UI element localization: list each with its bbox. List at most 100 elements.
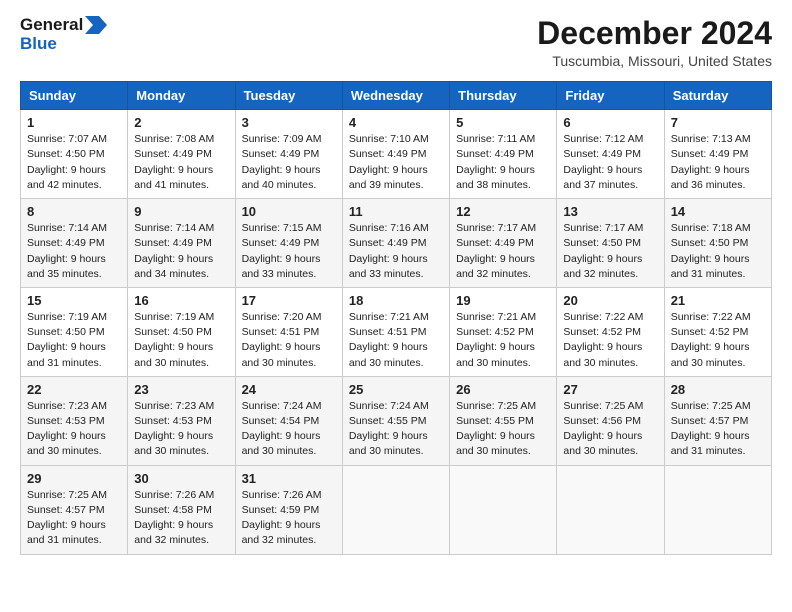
calendar-cell: 3 Sunrise: 7:09 AMSunset: 4:49 PMDaylight… — [235, 110, 342, 199]
calendar-cell: 29 Sunrise: 7:25 AMSunset: 4:57 PMDayligh… — [21, 465, 128, 554]
calendar-week-row: 8 Sunrise: 7:14 AMSunset: 4:49 PMDaylight… — [21, 199, 772, 288]
day-number: 13 — [563, 204, 657, 219]
day-info: Sunrise: 7:20 AMSunset: 4:51 PMDaylight:… — [242, 310, 336, 371]
day-number: 1 — [27, 115, 121, 130]
calendar-cell: 26 Sunrise: 7:25 AMSunset: 4:55 PMDayligh… — [450, 376, 557, 465]
day-number: 16 — [134, 293, 228, 308]
calendar-cell — [450, 465, 557, 554]
calendar-header-row: SundayMondayTuesdayWednesdayThursdayFrid… — [21, 82, 772, 110]
day-info: Sunrise: 7:26 AMSunset: 4:58 PMDaylight:… — [134, 488, 228, 549]
col-header-tuesday: Tuesday — [235, 82, 342, 110]
logo-blue: Blue — [20, 35, 107, 54]
day-number: 25 — [349, 382, 443, 397]
day-info: Sunrise: 7:15 AMSunset: 4:49 PMDaylight:… — [242, 221, 336, 282]
day-number: 29 — [27, 471, 121, 486]
calendar-cell: 28Sunrise: 7:25 AMSunset: 4:57 PMDayligh… — [664, 376, 771, 465]
day-info: Sunrise: 7:21 AMSunset: 4:52 PMDaylight:… — [456, 310, 550, 371]
col-header-wednesday: Wednesday — [342, 82, 449, 110]
location: Tuscumbia, Missouri, United States — [537, 53, 772, 69]
day-info: Sunrise: 7:22 AMSunset: 4:52 PMDaylight:… — [563, 310, 657, 371]
day-number: 17 — [242, 293, 336, 308]
logo-general: General — [20, 16, 83, 35]
day-number: 10 — [242, 204, 336, 219]
calendar-cell: 19 Sunrise: 7:21 AMSunset: 4:52 PMDayligh… — [450, 287, 557, 376]
calendar-cell: 10 Sunrise: 7:15 AMSunset: 4:49 PMDayligh… — [235, 199, 342, 288]
day-number: 12 — [456, 204, 550, 219]
day-info: Sunrise: 7:24 AMSunset: 4:54 PMDaylight:… — [242, 399, 336, 460]
calendar-cell: 1 Sunrise: 7:07 AMSunset: 4:50 PMDaylight… — [21, 110, 128, 199]
day-info: Sunrise: 7:12 AMSunset: 4:49 PMDaylight:… — [563, 132, 657, 193]
calendar-cell: 24 Sunrise: 7:24 AMSunset: 4:54 PMDayligh… — [235, 376, 342, 465]
calendar-cell: 30 Sunrise: 7:26 AMSunset: 4:58 PMDayligh… — [128, 465, 235, 554]
calendar-cell: 31Sunrise: 7:26 AMSunset: 4:59 PMDayligh… — [235, 465, 342, 554]
logo: General Blue — [20, 16, 107, 53]
calendar-cell: 7Sunrise: 7:13 AMSunset: 4:49 PMDaylight… — [664, 110, 771, 199]
day-number: 6 — [563, 115, 657, 130]
day-number: 19 — [456, 293, 550, 308]
day-info: Sunrise: 7:25 AMSunset: 4:57 PMDaylight:… — [27, 488, 121, 549]
calendar-cell: 27 Sunrise: 7:25 AMSunset: 4:56 PMDayligh… — [557, 376, 664, 465]
logo-text: General Blue — [20, 16, 107, 53]
col-header-thursday: Thursday — [450, 82, 557, 110]
col-header-saturday: Saturday — [664, 82, 771, 110]
calendar-cell: 5Sunrise: 7:11 AMSunset: 4:49 PMDaylight… — [450, 110, 557, 199]
col-header-friday: Friday — [557, 82, 664, 110]
calendar-cell — [557, 465, 664, 554]
calendar-cell: 6 Sunrise: 7:12 AMSunset: 4:49 PMDaylight… — [557, 110, 664, 199]
calendar-cell: 9 Sunrise: 7:14 AMSunset: 4:49 PMDaylight… — [128, 199, 235, 288]
calendar-cell: 4 Sunrise: 7:10 AMSunset: 4:49 PMDaylight… — [342, 110, 449, 199]
day-number: 27 — [563, 382, 657, 397]
day-info: Sunrise: 7:25 AMSunset: 4:56 PMDaylight:… — [563, 399, 657, 460]
day-number: 8 — [27, 204, 121, 219]
day-number: 22 — [27, 382, 121, 397]
calendar-cell: 17 Sunrise: 7:20 AMSunset: 4:51 PMDayligh… — [235, 287, 342, 376]
day-info: Sunrise: 7:07 AMSunset: 4:50 PMDaylight:… — [27, 132, 121, 193]
calendar-week-row: 22 Sunrise: 7:23 AMSunset: 4:53 PMDayligh… — [21, 376, 772, 465]
day-number: 9 — [134, 204, 228, 219]
day-info: Sunrise: 7:13 AMSunset: 4:49 PMDaylight:… — [671, 132, 765, 193]
calendar-cell: 22 Sunrise: 7:23 AMSunset: 4:53 PMDayligh… — [21, 376, 128, 465]
page-header: General Blue December 2024 Tuscumbia, Mi… — [20, 16, 772, 69]
calendar-cell: 14Sunrise: 7:18 AMSunset: 4:50 PMDayligh… — [664, 199, 771, 288]
day-info: Sunrise: 7:19 AMSunset: 4:50 PMDaylight:… — [27, 310, 121, 371]
day-info: Sunrise: 7:23 AMSunset: 4:53 PMDaylight:… — [27, 399, 121, 460]
col-header-sunday: Sunday — [21, 82, 128, 110]
calendar-cell: 21 Sunrise: 7:22 AMSunset: 4:52 PMDayligh… — [664, 287, 771, 376]
day-number: 30 — [134, 471, 228, 486]
calendar-cell: 23Sunrise: 7:23 AMSunset: 4:53 PMDayligh… — [128, 376, 235, 465]
day-info: Sunrise: 7:25 AMSunset: 4:55 PMDaylight:… — [456, 399, 550, 460]
calendar-week-row: 29 Sunrise: 7:25 AMSunset: 4:57 PMDayligh… — [21, 465, 772, 554]
calendar-week-row: 15 Sunrise: 7:19 AMSunset: 4:50 PMDayligh… — [21, 287, 772, 376]
day-info: Sunrise: 7:21 AMSunset: 4:51 PMDaylight:… — [349, 310, 443, 371]
day-number: 3 — [242, 115, 336, 130]
day-info: Sunrise: 7:22 AMSunset: 4:52 PMDaylight:… — [671, 310, 765, 371]
day-info: Sunrise: 7:10 AMSunset: 4:49 PMDaylight:… — [349, 132, 443, 193]
day-info: Sunrise: 7:14 AMSunset: 4:49 PMDaylight:… — [27, 221, 121, 282]
day-number: 21 — [671, 293, 765, 308]
title-area: December 2024 Tuscumbia, Missouri, Unite… — [537, 16, 772, 69]
col-header-monday: Monday — [128, 82, 235, 110]
calendar-cell: 18 Sunrise: 7:21 AMSunset: 4:51 PMDayligh… — [342, 287, 449, 376]
day-number: 15 — [27, 293, 121, 308]
calendar-table: SundayMondayTuesdayWednesdayThursdayFrid… — [20, 81, 772, 554]
day-info: Sunrise: 7:17 AMSunset: 4:49 PMDaylight:… — [456, 221, 550, 282]
calendar-cell — [664, 465, 771, 554]
calendar-cell: 12 Sunrise: 7:17 AMSunset: 4:49 PMDayligh… — [450, 199, 557, 288]
day-number: 28 — [671, 382, 765, 397]
day-info: Sunrise: 7:09 AMSunset: 4:49 PMDaylight:… — [242, 132, 336, 193]
logo-arrow-icon — [85, 16, 107, 34]
day-info: Sunrise: 7:14 AMSunset: 4:49 PMDaylight:… — [134, 221, 228, 282]
day-info: Sunrise: 7:23 AMSunset: 4:53 PMDaylight:… — [134, 399, 228, 460]
day-number: 4 — [349, 115, 443, 130]
day-number: 18 — [349, 293, 443, 308]
day-info: Sunrise: 7:18 AMSunset: 4:50 PMDaylight:… — [671, 221, 765, 282]
calendar-cell: 8 Sunrise: 7:14 AMSunset: 4:49 PMDaylight… — [21, 199, 128, 288]
day-info: Sunrise: 7:26 AMSunset: 4:59 PMDaylight:… — [242, 488, 336, 549]
day-info: Sunrise: 7:24 AMSunset: 4:55 PMDaylight:… — [349, 399, 443, 460]
day-number: 26 — [456, 382, 550, 397]
day-number: 24 — [242, 382, 336, 397]
day-info: Sunrise: 7:17 AMSunset: 4:50 PMDaylight:… — [563, 221, 657, 282]
day-info: Sunrise: 7:16 AMSunset: 4:49 PMDaylight:… — [349, 221, 443, 282]
calendar-cell: 13 Sunrise: 7:17 AMSunset: 4:50 PMDayligh… — [557, 199, 664, 288]
calendar-cell: 11Sunrise: 7:16 AMSunset: 4:49 PMDayligh… — [342, 199, 449, 288]
